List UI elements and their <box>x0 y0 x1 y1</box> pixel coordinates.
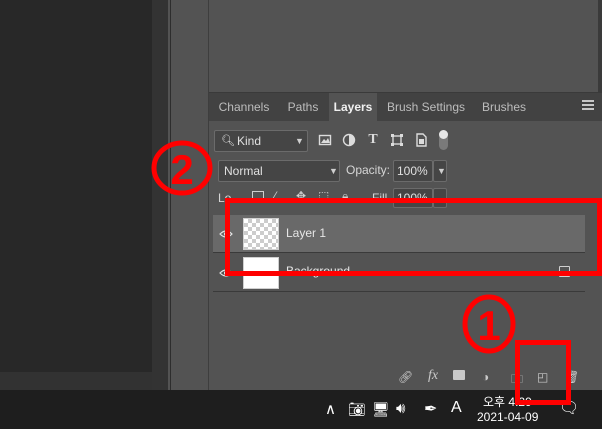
upper-panel-area <box>209 0 602 93</box>
clock-date[interactable]: 2021-04-09 <box>477 410 538 424</box>
blend-mode-select[interactable]: Normal ▼ <box>218 160 340 182</box>
filter-kind-select[interactable]: 🔍︎ Kind ▼ <box>214 130 308 152</box>
link-layers-icon[interactable]: 🔗︎ <box>398 370 413 384</box>
upper-panel-scrollbar[interactable] <box>598 0 602 92</box>
tab-paths[interactable]: Paths <box>279 93 327 121</box>
chevron-down-icon: ▼ <box>329 166 338 176</box>
ime-indicator[interactable]: A <box>451 399 462 417</box>
pixel-filter-icon[interactable] <box>318 133 332 147</box>
type-filter-icon[interactable]: T <box>366 133 380 147</box>
filter-kind-label: Kind <box>237 134 262 148</box>
windows-taskbar: ∧ 📷︎ 🖥︎ 🔊︎ ✒ A 오후 4:29 2021-04-09 🗨︎ <box>0 390 602 429</box>
chevron-down-icon: ▼ <box>295 136 304 146</box>
annotation-circle-2: 2 <box>151 140 213 196</box>
annotation-circle-1: 1 <box>462 294 516 354</box>
shape-filter-icon[interactable] <box>390 133 404 147</box>
tab-brushes[interactable]: Brushes <box>475 93 533 121</box>
document-canvas[interactable] <box>0 0 152 372</box>
filter-toggle-switch[interactable] <box>439 130 448 150</box>
annotation-number-1: 1 <box>477 302 500 349</box>
tab-layers[interactable]: Layers <box>329 93 377 121</box>
pen-icon[interactable]: ✒ <box>424 399 437 419</box>
adjustment-layer-icon[interactable]: ◑ <box>482 370 489 384</box>
chevron-down-icon: ▼ <box>437 166 446 176</box>
tab-brush-settings[interactable]: Brush Settings <box>381 93 471 121</box>
blend-mode-value: Normal <box>224 164 263 178</box>
panel-tab-bar: Channels Paths Layers Brush Settings Bru… <box>209 93 602 121</box>
annotation-number-2: 2 <box>170 146 193 193</box>
smart-object-filter-icon[interactable] <box>414 133 428 147</box>
annotation-highlight-new-layer-button <box>515 340 571 405</box>
adjustment-filter-icon[interactable] <box>342 133 356 147</box>
network-icon[interactable]: 🖥︎ <box>372 401 390 418</box>
annotation-highlight-layer-row <box>225 198 602 276</box>
volume-icon[interactable]: 🔊︎ <box>396 400 405 417</box>
tab-channels[interactable]: Channels <box>213 93 275 121</box>
add-mask-icon[interactable] <box>453 370 465 380</box>
opacity-input[interactable]: 100% <box>393 160 433 182</box>
canvas-scrollbar[interactable] <box>0 372 168 390</box>
opacity-dropdown[interactable]: ▼ <box>433 160 447 182</box>
fx-button[interactable]: fx <box>428 368 438 384</box>
opacity-value: 100% <box>397 164 428 178</box>
camera-icon[interactable]: 📷︎ <box>348 401 366 418</box>
opacity-label: Opacity: <box>346 163 391 177</box>
search-icon: 🔍︎ <box>221 135 235 147</box>
panel-menu-icon[interactable] <box>582 100 594 112</box>
show-hidden-icons-chevron-up-icon[interactable]: ∧ <box>325 400 336 418</box>
